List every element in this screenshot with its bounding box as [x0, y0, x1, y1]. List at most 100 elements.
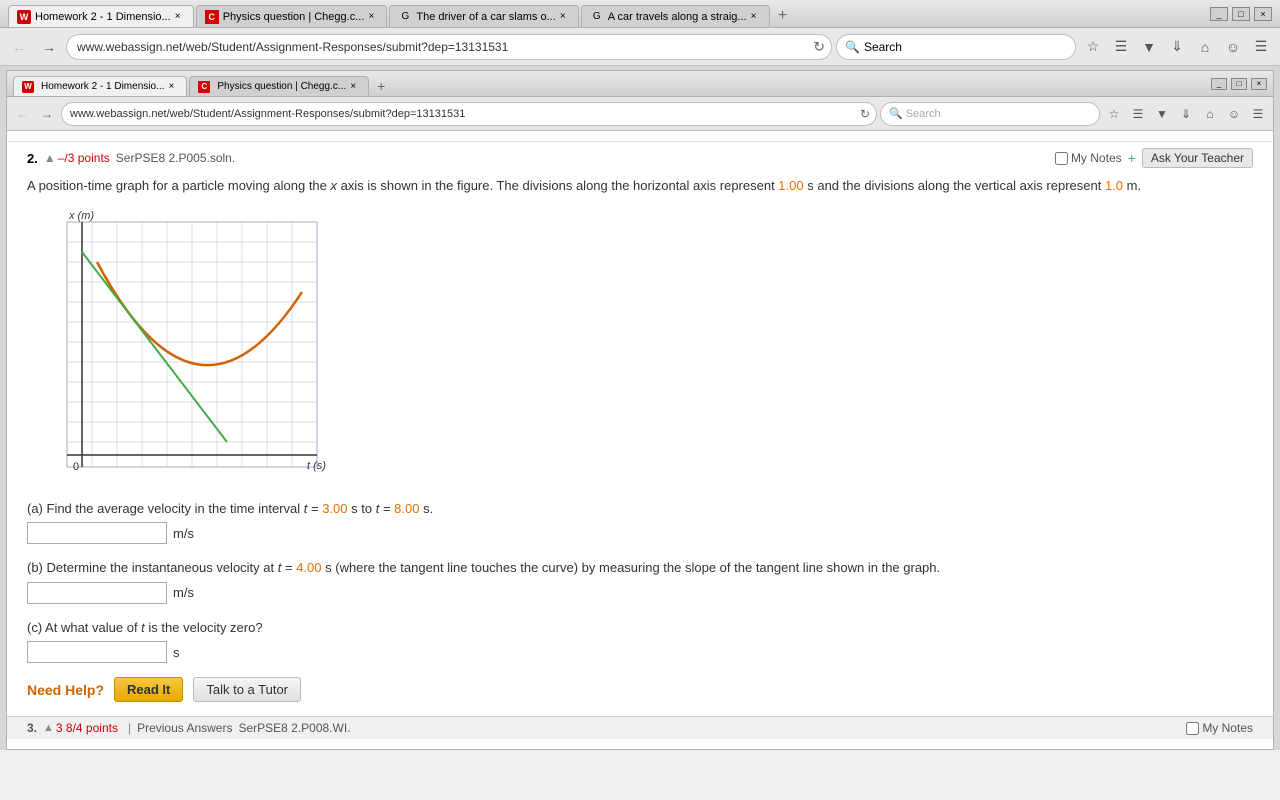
minimize-button[interactable]: _: [1210, 7, 1228, 21]
bookmark-star-button[interactable]: ☆: [1080, 34, 1106, 60]
inner-minimize[interactable]: _: [1211, 78, 1227, 90]
inner-tab2-label: Physics question | Chegg.c...: [217, 81, 346, 92]
inner-reload[interactable]: ↻: [860, 107, 870, 121]
part-a-tstart: 3.00: [322, 501, 347, 516]
inner-tab2-favicon: C: [198, 81, 210, 93]
part-c-input-row: s: [27, 641, 1253, 663]
problem-number: 2.: [27, 151, 38, 166]
part-a-tend: 8.00: [394, 501, 419, 516]
inner-tab1-close[interactable]: ×: [164, 80, 178, 94]
back-button[interactable]: ←: [6, 34, 32, 60]
part-a-suffix: s.: [419, 501, 433, 516]
part-b-input[interactable]: [27, 582, 167, 604]
part-a-unit: m/s: [173, 526, 194, 541]
my-notes-checkbox-label[interactable]: My Notes: [1055, 151, 1122, 165]
tab2-close[interactable]: ×: [364, 10, 378, 24]
inner-menu[interactable]: ☰: [1247, 103, 1269, 125]
menu-button[interactable]: ☰: [1248, 34, 1274, 60]
outer-search-bar[interactable]: 🔍 Search: [836, 34, 1076, 60]
download-button[interactable]: ⇓: [1164, 34, 1190, 60]
inner-nav-bar: ← → www.webassign.net/web/Student/Assign…: [7, 97, 1273, 131]
restore-button[interactable]: □: [1232, 7, 1250, 21]
question-part-a: (a) Find the average velocity in the tim…: [27, 499, 1253, 545]
home-button[interactable]: ⌂: [1192, 34, 1218, 60]
inner-tab-2[interactable]: C Physics question | Chegg.c... ×: [189, 76, 369, 96]
desc-time: 1.00: [778, 178, 803, 193]
part-c-prefix: (c) At what value of: [27, 620, 141, 635]
points-badge: –/3 points: [58, 151, 110, 165]
inner-profile[interactable]: ☺: [1223, 103, 1245, 125]
inner-window-controls: _ □ ×: [1211, 78, 1267, 90]
outer-browser: W Homework 2 - 1 Dimensio... × C Physics…: [0, 0, 1280, 750]
graph-container: x (m) t (s) 0: [27, 207, 1253, 485]
profile-button[interactable]: ☺: [1220, 34, 1246, 60]
outer-tab-3[interactable]: G The driver of a car slams o... ×: [389, 5, 578, 27]
desc-part2: axis is shown in the figure. The divisio…: [337, 178, 778, 193]
part-b-eq: =: [281, 560, 296, 575]
inner-address-bar[interactable]: www.webassign.net/web/Student/Assignment…: [61, 102, 877, 126]
forward-button[interactable]: →: [36, 34, 62, 60]
tab2-favicon: C: [205, 10, 219, 24]
content-area: 2. ▲ –/3 points SerPSE8 2.P005.soln. My …: [7, 131, 1273, 749]
part-b-unit: m/s: [173, 585, 194, 600]
tab3-close[interactable]: ×: [556, 10, 570, 24]
problem-header: 2. ▲ –/3 points SerPSE8 2.P005.soln. My …: [27, 148, 1253, 168]
bottom-problem-bar: 3. ▲ 3 8/4 points | Previous Answers Ser…: [7, 716, 1273, 739]
inner-search-bar[interactable]: 🔍 Search: [880, 102, 1100, 126]
problem-id: SerPSE8 2.P005.soln.: [116, 151, 235, 165]
inner-bookmark-star[interactable]: ☆: [1103, 103, 1125, 125]
outer-tab-2[interactable]: C Physics question | Chegg.c... ×: [196, 5, 388, 27]
part-a-input[interactable]: [27, 522, 167, 544]
desc-part4: m.: [1123, 178, 1141, 193]
pocket-button[interactable]: ▼: [1136, 34, 1162, 60]
inner-reader[interactable]: ☰: [1127, 103, 1149, 125]
inner-pocket[interactable]: ▼: [1151, 103, 1173, 125]
tab4-close[interactable]: ×: [747, 10, 761, 24]
bottom-my-notes-checkbox[interactable]: [1186, 722, 1199, 735]
my-notes-checkbox[interactable]: [1055, 152, 1068, 165]
part-c-label: (c) At what value of t is the velocity z…: [27, 618, 1253, 638]
inner-tab-1[interactable]: W Homework 2 - 1 Dimensio... ×: [13, 76, 187, 96]
outer-tab-bar: W Homework 2 - 1 Dimensio... × C Physics…: [8, 0, 1210, 27]
part-c-unit: s: [173, 645, 180, 660]
tab1-close[interactable]: ×: [171, 10, 185, 24]
read-it-button[interactable]: Read It: [114, 677, 183, 702]
inner-download[interactable]: ⇓: [1175, 103, 1197, 125]
plus-icon: +: [1128, 150, 1136, 166]
inner-tab-bar: W Homework 2 - 1 Dimensio... × C Physics…: [13, 71, 1211, 96]
tab3-label: The driver of a car slams o...: [416, 11, 555, 23]
bottom-separator: |: [128, 721, 131, 735]
part-b-tval: 4.00: [296, 560, 321, 575]
part-c-input[interactable]: [27, 641, 167, 663]
position-time-graph: x (m) t (s) 0: [27, 207, 327, 482]
inner-address-text: www.webassign.net/web/Student/Assignment…: [70, 108, 868, 120]
inner-home[interactable]: ⌂: [1199, 103, 1221, 125]
outer-new-tab[interactable]: +: [772, 5, 794, 27]
problem-description: A position-time graph for a particle mov…: [27, 176, 1253, 197]
inner-back-button[interactable]: ←: [11, 103, 33, 125]
inner-close[interactable]: ×: [1251, 78, 1267, 90]
bottom-problem-number: 3.: [27, 721, 37, 735]
part-b-prefix: (b) Determine the instantaneous velocity…: [27, 560, 278, 575]
outer-tab-1[interactable]: W Homework 2 - 1 Dimensio... ×: [8, 5, 194, 27]
inner-restore[interactable]: □: [1231, 78, 1247, 90]
problem-section: 2. ▲ –/3 points SerPSE8 2.P005.soln. My …: [7, 141, 1273, 712]
reader-button[interactable]: ☰: [1108, 34, 1134, 60]
tab3-favicon: G: [398, 10, 412, 24]
talk-to-tutor-button[interactable]: Talk to a Tutor: [193, 677, 301, 702]
part-c-suffix: is the velocity zero?: [145, 620, 263, 635]
close-button[interactable]: ×: [1254, 7, 1272, 21]
question-part-c: (c) At what value of t is the velocity z…: [27, 618, 1253, 664]
tab1-favicon: W: [17, 10, 31, 24]
outer-address-bar[interactable]: www.webassign.net/web/Student/Assignment…: [66, 34, 832, 60]
inner-tab2-close[interactable]: ×: [346, 80, 360, 94]
ask-teacher-button[interactable]: Ask Your Teacher: [1142, 148, 1253, 168]
svg-text:x (m): x (m): [68, 210, 94, 222]
bottom-my-notes-label[interactable]: My Notes: [1186, 721, 1253, 735]
reload-button[interactable]: ↻: [813, 38, 825, 55]
inner-new-tab[interactable]: +: [371, 76, 391, 96]
inner-forward-button[interactable]: →: [36, 103, 58, 125]
outer-tab-4[interactable]: G A car travels along a straig... ×: [581, 5, 770, 27]
inner-search-icon: 🔍: [889, 107, 903, 120]
part-b-suffix: s (where the tangent line touches the cu…: [322, 560, 941, 575]
